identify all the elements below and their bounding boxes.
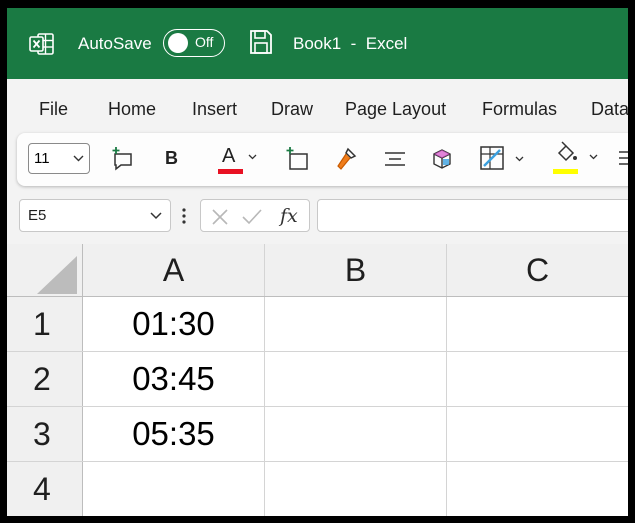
format-cells-icon[interactable] [429,146,455,172]
gridline [7,406,628,407]
worksheet-grid: A B C 1 2 3 4 01:30 03:45 05:35 [7,244,628,516]
tab-page-layout[interactable]: Page Layout [345,99,446,120]
row-header-3[interactable]: 3 [7,407,82,461]
chevron-down-icon [515,156,524,162]
save-icon[interactable] [249,29,273,55]
cell-c3[interactable] [447,407,628,461]
insert-sheet-icon[interactable] [284,146,310,172]
font-size-select[interactable]: 11 [28,143,90,174]
new-comment-icon[interactable] [110,146,136,172]
cancel-icon[interactable] [211,208,229,226]
tab-home[interactable]: Home [108,99,156,120]
excel-window: AutoSave Off Book1 - Excel File Home Ins… [7,8,628,516]
more-options-icon[interactable] [181,206,187,226]
chevron-down-icon [248,154,257,160]
chevron-down-icon [73,155,84,162]
document-title: Book1 - Excel [293,34,408,53]
ribbon-toolbar: 11 B A [17,133,628,186]
enter-icon[interactable] [241,208,263,226]
cell-b3[interactable] [265,407,446,461]
row-header-1[interactable]: 1 [7,297,82,351]
name-box-value: E5 [28,207,47,224]
tab-formulas[interactable]: Formulas [482,99,557,120]
gridline [264,244,265,516]
cell-a2[interactable]: 03:45 [83,352,264,406]
ribbon-tabs: File Home Insert Draw Page Layout Formul… [7,79,628,134]
chevron-down-icon [150,212,162,220]
autosave-toggle[interactable]: Off [163,29,225,57]
formula-input[interactable] [317,199,628,232]
cell-c4[interactable] [447,462,628,516]
font-color-swatch [218,169,243,174]
cell-c2[interactable] [447,352,628,406]
cell-a4[interactable] [83,462,264,516]
tab-insert[interactable]: Insert [192,99,237,120]
column-header-b[interactable]: B [265,244,446,296]
tab-draw[interactable]: Draw [271,99,313,120]
name-box[interactable]: E5 [19,199,171,232]
excel-logo-icon [29,33,54,55]
font-color-button[interactable]: A [215,141,257,175]
cell-b2[interactable] [265,352,446,406]
autosave-label: AutoSave [78,34,152,53]
tab-file[interactable]: File [39,99,68,120]
chevron-down-icon [589,154,598,160]
cell-b1[interactable] [265,297,446,351]
column-header-c[interactable]: C [447,244,628,296]
fill-color-swatch [553,169,578,174]
fill-color-icon [557,141,577,162]
wrap-text-icon[interactable] [616,146,628,172]
cell-a1[interactable]: 01:30 [83,297,264,351]
formula-buttons: fx [200,199,310,232]
borders-icon [480,146,504,170]
gridline [82,244,83,516]
gridline [7,296,628,297]
column-header-a[interactable]: A [83,244,264,296]
gridline [446,244,447,516]
select-all-triangle-icon [37,256,77,294]
gridline [7,461,628,462]
autosave-state: Off [195,34,214,50]
bold-button[interactable]: B [165,148,178,174]
row-header-4[interactable]: 4 [7,462,82,516]
insert-function-button[interactable]: fx [280,205,298,227]
font-color-label: A [222,145,236,167]
toggle-knob [168,33,188,53]
cell-a3[interactable]: 05:35 [83,407,264,461]
select-all-corner[interactable] [7,244,82,296]
font-size-value: 11 [34,150,50,167]
gridline [7,351,628,352]
cell-b4[interactable] [265,462,446,516]
borders-button[interactable] [478,144,528,174]
title-bar: AutoSave Off Book1 - Excel [7,8,628,79]
format-painter-icon[interactable] [334,146,360,172]
cell-c1[interactable] [447,297,628,351]
tab-data[interactable]: Data [591,99,628,120]
fill-color-button[interactable] [549,141,601,175]
row-header-2[interactable]: 2 [7,352,82,406]
align-center-icon[interactable] [382,146,408,172]
